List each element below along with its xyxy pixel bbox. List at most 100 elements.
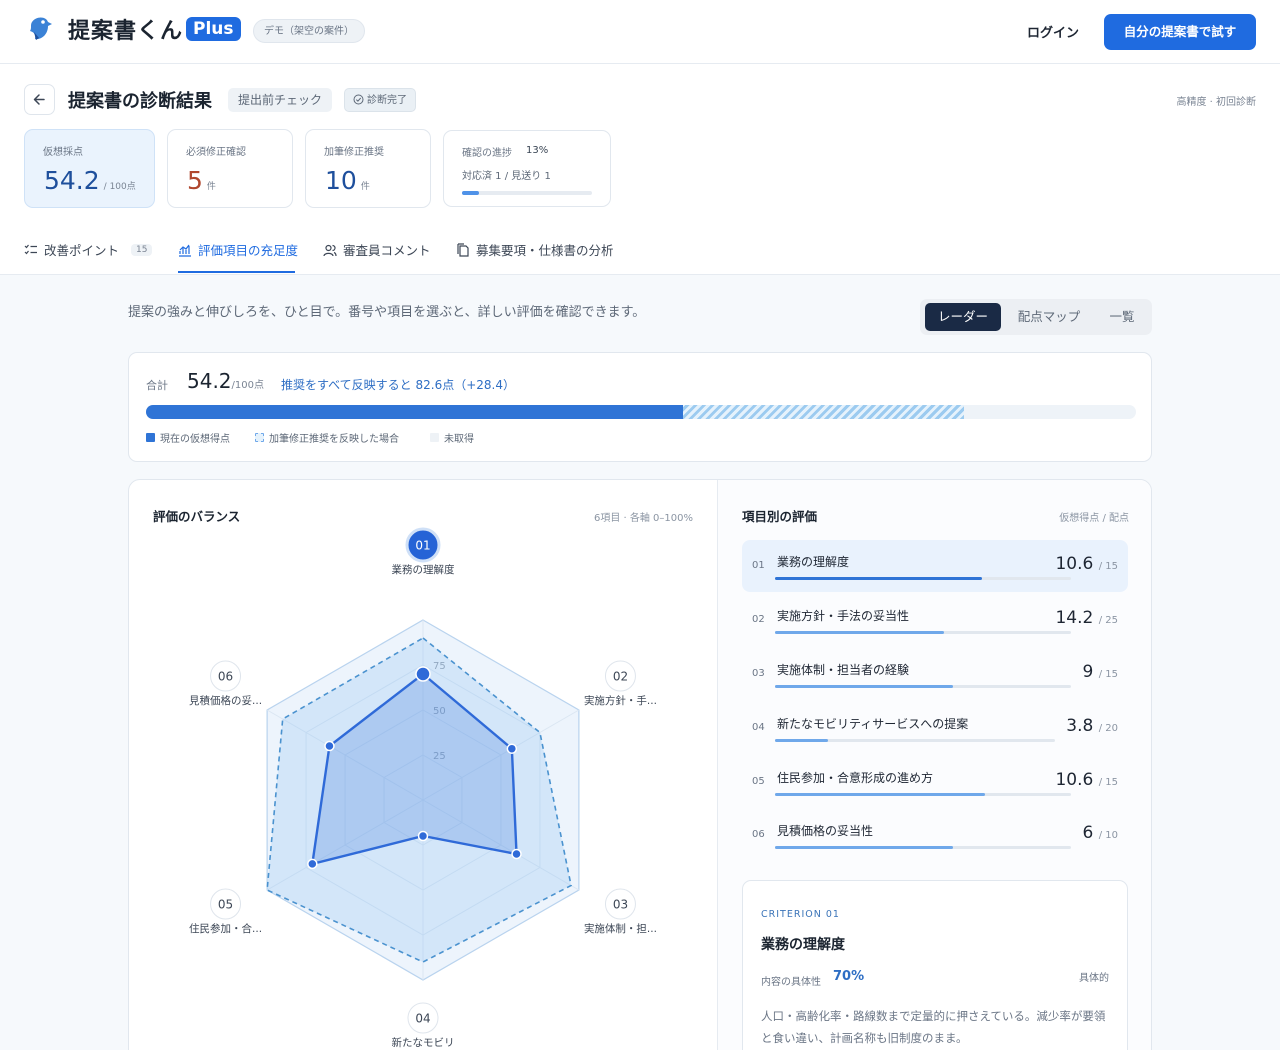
criterion-bar <box>775 631 1071 634</box>
view-radar-button[interactable]: レーダー <box>925 303 1001 331</box>
criterion-bar-fill <box>775 739 829 742</box>
tab-criteria-label: 評価項目の充足度 <box>198 243 299 258</box>
radar-data-point <box>415 666 431 682</box>
document-icon <box>457 242 469 257</box>
demo-chip: デモ（架空の案件） <box>253 19 365 43</box>
tab-reviewer-label: 審査員コメント <box>343 243 431 258</box>
radar-axis-number: 02 <box>613 670 628 684</box>
diagnosis-done-label: 診断完了 <box>367 95 407 106</box>
criterion-bar-fill <box>775 577 983 580</box>
detail-tag: 具体的 <box>1079 973 1109 984</box>
progress-stat-card[interactable]: 確認の進捗 13% 対応済 1 / 見送り 1 <box>443 130 611 207</box>
criterion-bar <box>775 577 1071 580</box>
view-map-button[interactable]: 配点マップ <box>1008 303 1090 331</box>
criterion-number: 03 <box>752 668 765 679</box>
criterion-bar <box>775 739 1055 742</box>
app-name[interactable]: 提案書くん <box>68 13 183 45</box>
criterion-number: 02 <box>752 614 765 625</box>
must-fix-stat-card[interactable]: 必須修正確認 5件 <box>167 129 293 208</box>
criterion-detail-card: CRITERION 01 業務の理解度 内容の具体性 70% 具体的 人口・高齢… <box>742 880 1128 1050</box>
total-value: 54.2/100点 <box>187 369 264 393</box>
tab-improvements-label: 改善ポイント <box>44 243 120 258</box>
radar-axis-number: 03 <box>613 898 628 912</box>
diagnosis-done-chip: 診断完了 <box>344 88 416 112</box>
evaluation-card: 評価のバランス 6項目 · 各軸 0–100% 25507501業務の理解度02… <box>128 479 1152 1050</box>
criterion-score: 10.6 / 15 <box>1055 770 1118 790</box>
radar-axis-label: 新たなモビリ <box>392 1036 455 1049</box>
arrow-left-icon <box>33 94 45 105</box>
try-own-proposal-button[interactable]: 自分の提案書で試す <box>1104 14 1256 50</box>
check-circle-icon <box>353 94 364 105</box>
users-icon <box>323 244 337 256</box>
criterion-score: 6 / 10 <box>1082 823 1118 843</box>
view-list-button[interactable]: 一覧 <box>1097 303 1147 331</box>
potential-hint: 推奨をすべて反映すると 82.6点（+28.4） <box>281 378 515 392</box>
tab-reviewer-comments[interactable]: 審査員コメント <box>323 240 431 259</box>
app-header: 提案書くん Plus デモ（架空の案件） ログイン 自分の提案書で試す <box>0 0 1280 64</box>
criterion-bar-fill <box>775 685 953 688</box>
criterion-bar <box>775 793 1071 796</box>
back-button[interactable] <box>24 84 55 115</box>
login-link[interactable]: ログイン <box>1027 22 1079 41</box>
total-score-bar <box>146 405 1136 419</box>
radar-axis-number: 05 <box>218 898 233 912</box>
criterion-score: 14.2 / 25 <box>1055 608 1118 628</box>
suggest-label: 加筆修正推奨 <box>324 147 384 158</box>
radar-axis-label: 業務の理解度 <box>392 563 455 576</box>
radar-data-point <box>324 740 335 752</box>
chart-icon <box>179 244 191 257</box>
criterion-row-03[interactable]: 03 実施体制・担当者の経験 9 / 15 <box>742 648 1128 700</box>
criterion-score: 3.8 / 20 <box>1066 716 1118 736</box>
radar-panel: 評価のバランス 6項目 · 各軸 0–100% 25507501業務の理解度02… <box>129 480 718 1050</box>
intro-text: 提案の強みと伸びしろを、ひと目で。番号や項目を選ぶと、詳しい評価を確認できます。 <box>128 305 646 320</box>
suggest-stat-card[interactable]: 加筆修正推奨 10 件 <box>305 129 431 208</box>
criterion-name: 実施体制・担当者の経験 <box>777 663 910 677</box>
score-stat-label: 仮想採点 <box>43 147 83 158</box>
potential-score-segment <box>682 405 964 419</box>
criterion-name: 新たなモビリティサービスへの提案 <box>777 717 969 731</box>
tab-requirements-analysis[interactable]: 募集要項・仕様書の分析 <box>456 240 614 259</box>
score-stat-value: 54.2/ 100点 <box>44 166 136 195</box>
progress-percent: 13% <box>526 145 549 156</box>
radar-axis-label: 実施方針・手... <box>584 694 657 707</box>
radar-axis-number: 01 <box>415 539 430 553</box>
progress-bar <box>462 191 592 195</box>
criteria-title: 項目別の評価 <box>742 509 818 524</box>
progress-detail: 対応済 1 / 見送り 1 <box>462 171 551 182</box>
detail-metric-value: 70% <box>833 969 865 984</box>
radar-data-point <box>506 743 518 754</box>
criterion-row-04[interactable]: 04 新たなモビリティサービスへの提案 3.8 / 20 <box>742 702 1128 754</box>
tab-improvements[interactable]: 改善ポイント 15 <box>24 240 153 259</box>
radar-data-point <box>417 830 429 842</box>
detail-kicker: CRITERION 01 <box>761 909 840 920</box>
total-label: 合計 <box>146 379 168 392</box>
detail-title: 業務の理解度 <box>761 937 845 953</box>
criterion-row-06[interactable]: 06 見積価格の妥当性 6 / 10 <box>742 809 1128 861</box>
criterion-score: 9 / 15 <box>1082 662 1118 682</box>
criterion-row-01[interactable]: 01 業務の理解度 10.6 / 15 <box>742 540 1128 592</box>
radar-axis-label: 見積価格の妥... <box>189 694 262 707</box>
must-fix-label: 必須修正確認 <box>186 147 246 158</box>
detail-metric-label: 内容の具体性 <box>761 977 821 988</box>
criterion-bar-fill <box>775 793 986 796</box>
pre-submit-chip: 提出前チェック <box>228 88 333 112</box>
criterion-number: 05 <box>752 776 765 787</box>
tab-criteria-fulfillment[interactable]: 評価項目の充足度 <box>178 240 298 259</box>
criterion-bar <box>775 685 1071 688</box>
detail-body: 人口・高齢化率・路線数まで定量的に押さえている。減少率が要領と食い違い、計画名称… <box>761 1009 1106 1045</box>
criterion-row-05[interactable]: 05 住民参加・合意形成の進め方 10.6 / 15 <box>742 756 1128 808</box>
radar-data-point <box>511 848 522 860</box>
criterion-name: 業務の理解度 <box>777 555 850 569</box>
radar-axis-number: 06 <box>218 670 233 684</box>
plus-badge: Plus <box>186 17 241 41</box>
total-score-card: 合計 54.2/100点 推奨をすべて反映すると 82.6点（+28.4） 現在… <box>128 352 1152 462</box>
criterion-name: 見積価格の妥当性 <box>777 824 874 838</box>
criterion-name: 実施方針・手法の妥当性 <box>777 609 910 623</box>
criterion-number: 06 <box>752 829 765 840</box>
criterion-row-02[interactable]: 02 実施方針・手法の妥当性 14.2 / 25 <box>742 594 1128 646</box>
criterion-bar-fill <box>775 846 953 849</box>
score-stat-card[interactable]: 仮想採点 54.2/ 100点 <box>24 129 155 208</box>
progress-label: 確認の進捗 <box>462 148 512 159</box>
radar-data-point <box>307 858 318 870</box>
criterion-number: 04 <box>752 722 765 733</box>
